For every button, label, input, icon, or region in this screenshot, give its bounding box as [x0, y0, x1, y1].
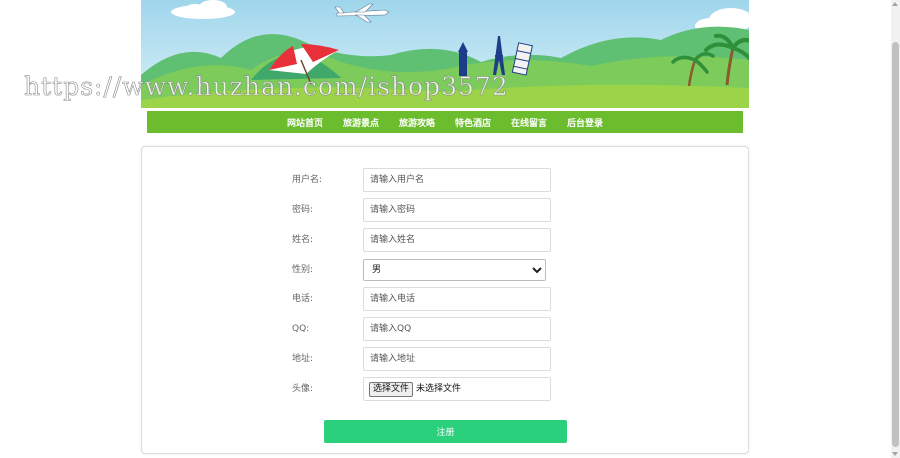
form-row-name: 姓名:	[142, 228, 748, 252]
scroll-thumb[interactable]	[892, 42, 899, 447]
form-row-phone: 电话:	[142, 287, 748, 311]
password-input[interactable]	[363, 198, 551, 222]
username-label: 用户名:	[292, 175, 323, 185]
form-row-qq: QQ:	[142, 317, 748, 341]
scroll-up-arrow-icon[interactable]	[892, 2, 898, 6]
nav-item-hotels[interactable]: 特色酒店	[455, 116, 491, 129]
form-row-avatar: 头像: 选择文件 未选择文件	[142, 377, 748, 401]
nav-item-home[interactable]: 网站首页	[287, 116, 323, 129]
name-input[interactable]	[363, 228, 551, 252]
nav-item-messages[interactable]: 在线留言	[511, 116, 547, 129]
gender-select[interactable]: 男	[363, 259, 546, 281]
nav-item-guides[interactable]: 旅游攻略	[399, 116, 435, 129]
gender-label: 性别:	[292, 265, 314, 275]
avatar-file-input[interactable]: 选择文件 未选择文件	[363, 377, 551, 401]
address-input[interactable]	[363, 347, 551, 371]
scroll-down-arrow-icon[interactable]	[892, 452, 898, 456]
nav-item-admin-login[interactable]: 后台登录	[567, 116, 603, 129]
page-scrollbar[interactable]	[891, 0, 900, 458]
form-row-password: 密码:	[142, 198, 748, 222]
username-input[interactable]	[363, 168, 551, 192]
address-label: 地址:	[292, 354, 314, 364]
phone-input[interactable]	[363, 287, 551, 311]
nav-item-attractions[interactable]: 旅游景点	[343, 116, 379, 129]
password-label: 密码:	[292, 205, 314, 215]
name-label: 姓名:	[292, 235, 314, 245]
form-row-address: 地址:	[142, 347, 748, 371]
banner-illustration	[141, 0, 749, 108]
file-status-text: 未选择文件	[416, 384, 462, 394]
phone-label: 电话:	[292, 294, 314, 304]
register-button[interactable]: 注册	[324, 420, 567, 443]
form-row-username: 用户名:	[142, 168, 748, 192]
form-row-gender: 性别: 男	[142, 258, 748, 282]
main-nav: 网站首页 旅游景点 旅游攻略 特色酒店 在线留言 后台登录	[147, 111, 743, 133]
choose-file-button[interactable]: 选择文件	[369, 381, 414, 397]
register-form-card: 用户名: 密码: 姓名: 性别: 男 电话: QQ: 地址: 头像: 选择文件 …	[141, 146, 749, 454]
header-banner	[141, 0, 749, 108]
avatar-label: 头像:	[292, 384, 314, 394]
qq-input[interactable]	[363, 317, 551, 341]
qq-label: QQ:	[292, 324, 310, 334]
